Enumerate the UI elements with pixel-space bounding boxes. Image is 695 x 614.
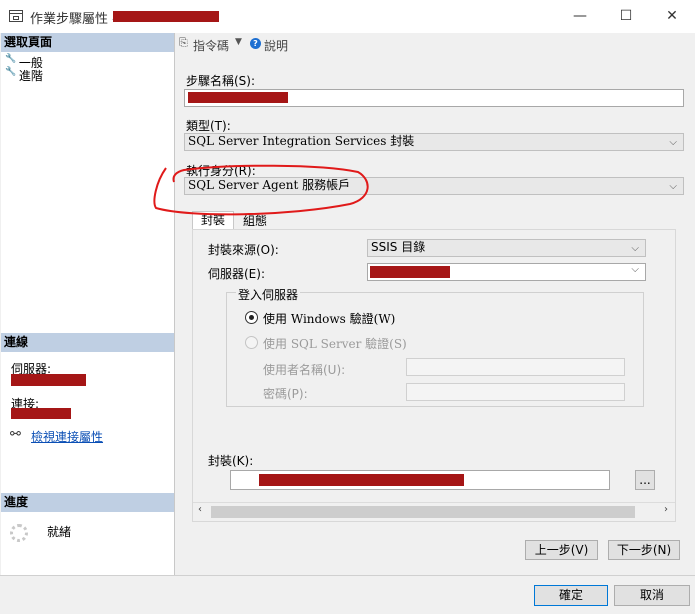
type-select[interactable]: SQL Server Integration Services 封裝 ⌵ <box>184 133 684 151</box>
previous-button[interactable]: 上一步(V) <box>525 540 598 560</box>
page-advanced-label: 進階 <box>18 69 43 83</box>
package-path-input[interactable] <box>230 470 610 490</box>
view-connection-properties-link[interactable]: 檢視連接屬性 <box>31 428 103 445</box>
dialog-footer: 確定 取消 <box>0 575 695 614</box>
step-name-input[interactable] <box>184 89 684 107</box>
package-source-label: 封裝來源(O): <box>208 243 279 257</box>
progress-spinner-icon <box>10 524 28 542</box>
password-label: 密碼(P): <box>263 387 308 401</box>
title-bar: 作業步驟屬性 - — ☐ ✕ <box>0 0 695 33</box>
connection-properties-icon: ⚯ <box>10 427 21 442</box>
progress-header: 進度 <box>1 493 174 512</box>
windows-auth-radio[interactable] <box>245 311 258 324</box>
next-button[interactable]: 下一步(N) <box>608 540 680 560</box>
login-server-group-label: 登入伺服器 <box>236 286 301 303</box>
help-icon: ? <box>250 38 261 49</box>
step-name-label: 步驟名稱(S): <box>186 74 256 88</box>
chevron-down-icon: ⌵ <box>631 243 639 254</box>
page-advanced[interactable]: 🔧 進階 <box>5 67 43 84</box>
window-title: 作業步驟屬性 - <box>30 12 117 27</box>
package-source-value: SSIS 目錄 <box>371 240 426 254</box>
type-label: 類型(T): <box>186 119 231 133</box>
redacted-server-value <box>370 266 450 278</box>
connection-header: 連線 <box>1 333 174 352</box>
password-input[interactable] <box>406 383 625 401</box>
browse-package-button[interactable]: ... <box>635 470 655 490</box>
wrench-icon: 🔧 <box>5 54 17 64</box>
chevron-down-icon[interactable]: ▼ <box>235 37 242 47</box>
horizontal-scrollbar[interactable]: ‹ › <box>193 502 675 520</box>
help-button[interactable]: 說明 <box>264 37 288 54</box>
properties-window-icon <box>9 10 23 22</box>
redacted-server-name <box>11 374 86 386</box>
progress-status: 就緒 <box>47 525 72 539</box>
redacted-step-name <box>188 92 288 103</box>
sql-auth-radio[interactable] <box>245 336 258 349</box>
package-tab-panel: 封裝來源(O): SSIS 目錄 ⌵ 伺服器(E): ⌵ 登入伺服器 使用 Wi… <box>192 229 676 522</box>
maximize-button[interactable]: ☐ <box>603 0 649 33</box>
left-pane: 選取頁面 🔧 一般 🔧 進階 連線 伺服器: 連接: ⚯ 檢視連接屬性 進度 就… <box>1 33 175 575</box>
sql-auth-label: 使用 SQL Server 驗證(S) <box>263 337 407 351</box>
windows-auth-label: 使用 Windows 驗證(W) <box>263 312 396 326</box>
redacted-package-path <box>259 474 464 486</box>
chevron-down-icon: ⌵ <box>669 181 677 192</box>
server-select[interactable]: ⌵ <box>367 263 646 281</box>
scrollbar-thumb[interactable] <box>211 506 635 518</box>
ok-button[interactable]: 確定 <box>534 585 608 606</box>
scroll-left-icon[interactable]: ‹ <box>198 504 202 515</box>
server-label: 伺服器(E): <box>208 267 265 281</box>
close-button[interactable]: ✕ <box>649 0 695 33</box>
package-label: 封裝(K): <box>208 454 254 468</box>
username-input[interactable] <box>406 358 625 376</box>
package-source-select[interactable]: SSIS 目錄 ⌵ <box>367 239 646 257</box>
wrench-icon: 🔧 <box>5 67 17 77</box>
script-icon: ⎘ <box>179 36 188 49</box>
username-label: 使用者名稱(U): <box>263 363 346 377</box>
redacted-title-text <box>113 11 219 22</box>
red-annotation-ellipse <box>153 164 369 216</box>
select-page-header: 選取頁面 <box>1 33 174 52</box>
script-button[interactable]: 指令碼 <box>193 37 229 54</box>
type-select-value: SQL Server Integration Services 封裝 <box>188 134 415 148</box>
scroll-right-icon[interactable]: › <box>664 504 668 515</box>
right-pane: ⎘ 指令碼 ▼ ? 說明 步驟名稱(S): 類型(T): SQL Server … <box>175 33 695 575</box>
chevron-down-icon: ⌵ <box>669 137 677 148</box>
cancel-button[interactable]: 取消 <box>614 585 690 606</box>
minimize-button[interactable]: — <box>557 0 603 33</box>
radio-selected-dot <box>249 315 254 320</box>
chevron-down-icon: ⌵ <box>631 264 639 275</box>
redacted-login-name <box>11 408 71 419</box>
